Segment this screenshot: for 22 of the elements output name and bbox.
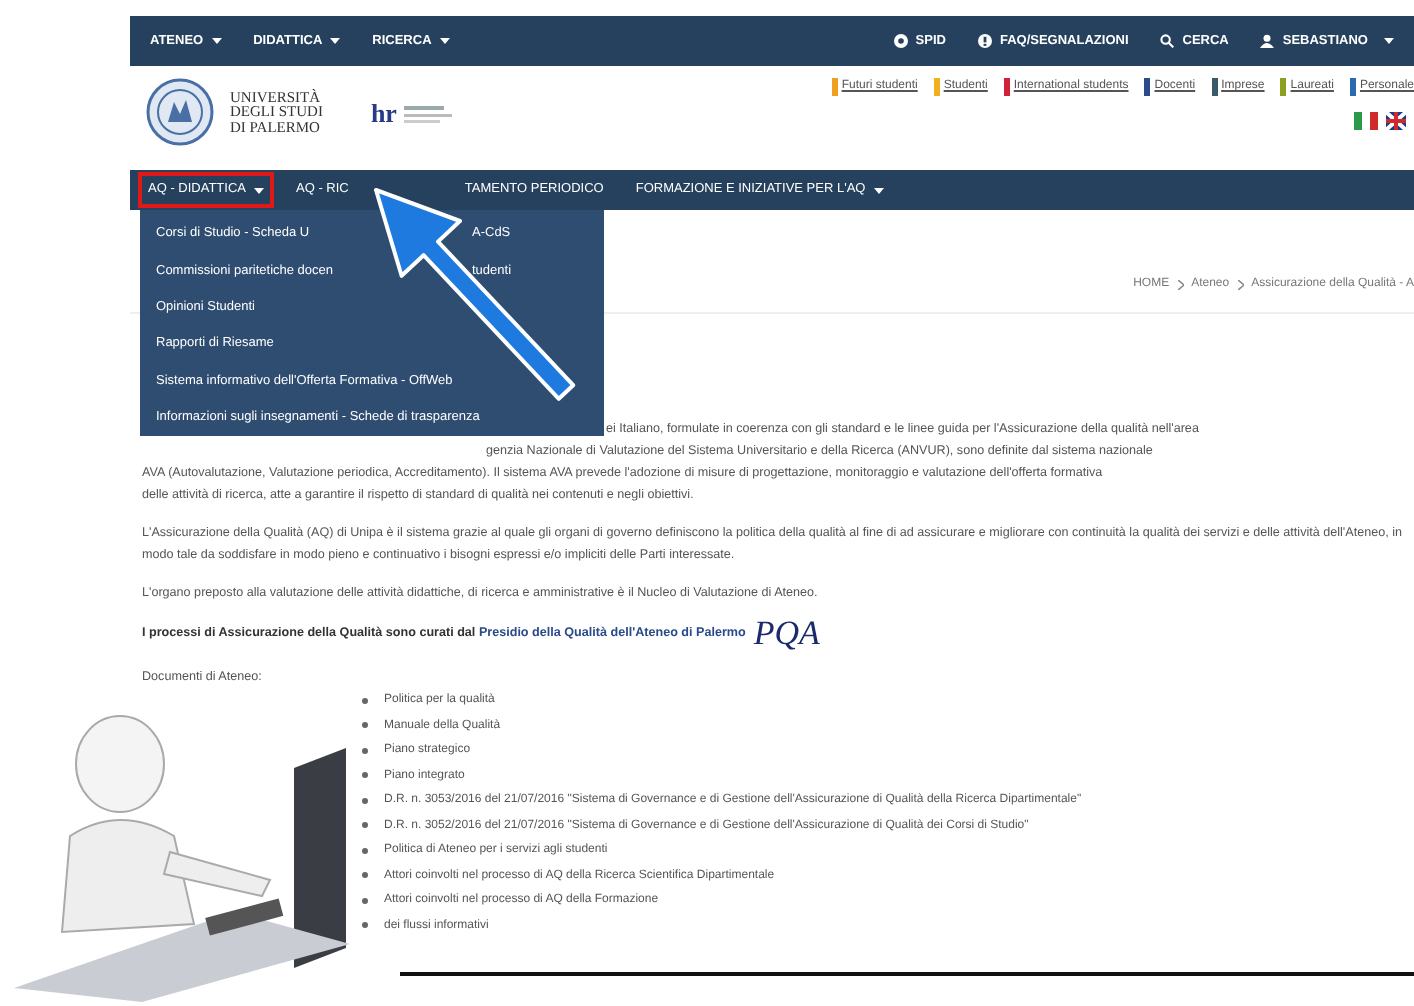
bullet-icon [362, 747, 368, 754]
bullet-icon [362, 797, 368, 804]
search-icon [1160, 34, 1175, 48]
bullet-icon [362, 822, 368, 829]
bullet-icon [362, 722, 368, 729]
bullet-icon [362, 872, 368, 879]
bullet-icon [362, 772, 368, 779]
hr-logo: hr [370, 96, 397, 132]
chevron-icon [1237, 280, 1244, 290]
user-icon [1260, 34, 1275, 48]
bullet-icon [362, 897, 368, 904]
spid-icon [893, 34, 908, 48]
italian-flag-icon[interactable] [1354, 112, 1378, 130]
hr-award-drawing [404, 103, 453, 124]
bullet-icon [362, 847, 368, 854]
university-seal-icon [146, 78, 214, 146]
bullet-icon [362, 697, 368, 704]
chevron-icon [1177, 280, 1184, 290]
help-icon [977, 34, 992, 48]
bullet-icon [362, 922, 368, 929]
uk-flag-icon[interactable] [1386, 112, 1406, 130]
pqa-logo: PQA [753, 616, 820, 650]
